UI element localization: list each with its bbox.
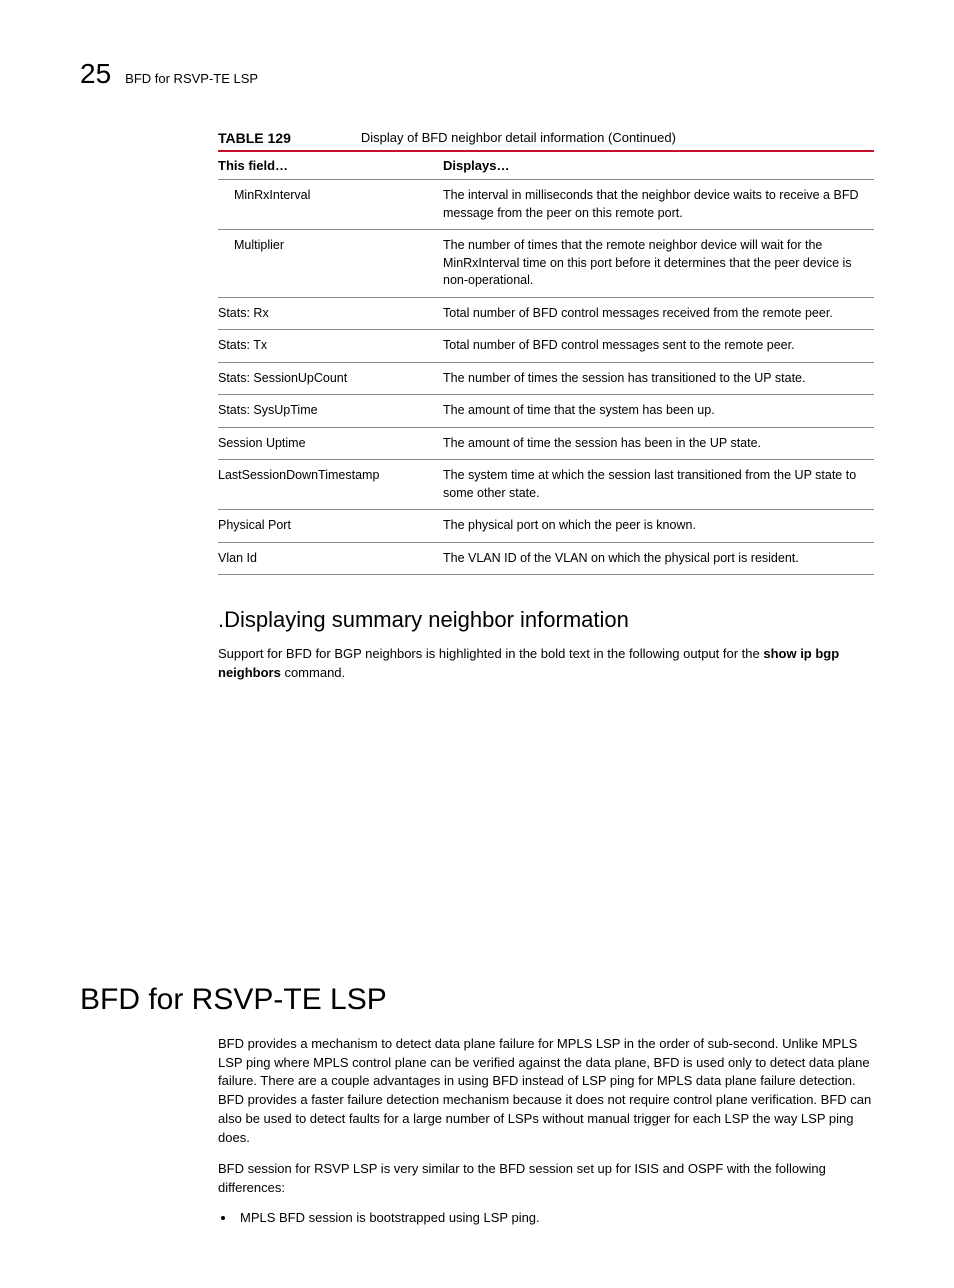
table-body: MinRxIntervalThe interval in millisecond… <box>218 180 874 575</box>
field-cell: Physical Port <box>218 510 443 543</box>
field-cell: Stats: SysUpTime <box>218 395 443 428</box>
subsection-text-pre: Support for BFD for BGP neighbors is hig… <box>218 646 763 661</box>
field-cell: LastSessionDownTimestamp <box>218 460 443 510</box>
table-row: Vlan IdThe VLAN ID of the VLAN on which … <box>218 542 874 575</box>
table-row: Stats: SessionUpCountThe number of times… <box>218 362 874 395</box>
field-cell: Stats: Rx <box>218 297 443 330</box>
table-row: Stats: RxTotal number of BFD control mes… <box>218 297 874 330</box>
table-row: MinRxIntervalThe interval in millisecond… <box>218 180 874 230</box>
table-head-displays: Displays… <box>443 152 874 180</box>
field-cell: Session Uptime <box>218 427 443 460</box>
desc-cell: The interval in milliseconds that the ne… <box>443 180 874 230</box>
main-section: BFD for RSVP-TE LSP BFD provides a mecha… <box>80 983 874 1229</box>
desc-cell: The physical port on which the peer is k… <box>443 510 874 543</box>
table-row: MultiplierThe number of times that the r… <box>218 230 874 298</box>
list-item: MPLS BFD session is bootstrapped using L… <box>236 1209 874 1228</box>
table-caption: TABLE 129 Display of BFD neighbor detail… <box>218 130 874 152</box>
desc-cell: Total number of BFD control messages sen… <box>443 330 874 363</box>
desc-cell: The system time at which the session las… <box>443 460 874 510</box>
running-header: 25 BFD for RSVP-TE LSP <box>80 58 874 90</box>
desc-cell: The VLAN ID of the VLAN on which the phy… <box>443 542 874 575</box>
running-title: BFD for RSVP-TE LSP <box>125 71 258 86</box>
field-cell: Multiplier <box>218 230 443 298</box>
section-p1: BFD provides a mechanism to detect data … <box>218 1035 874 1148</box>
table-label: TABLE 129 <box>218 130 291 146</box>
table-row: Session UptimeThe amount of time the ses… <box>218 427 874 460</box>
subsection-heading: .Displaying summary neighbor information <box>218 607 874 633</box>
table-row: Stats: SysUpTimeThe amount of time that … <box>218 395 874 428</box>
section-p2: BFD session for RSVP LSP is very similar… <box>218 1160 874 1198</box>
desc-cell: Total number of BFD control messages rec… <box>443 297 874 330</box>
table-row: Physical PortThe physical port on which … <box>218 510 874 543</box>
detail-table: This field… Displays… MinRxIntervalThe i… <box>218 152 874 575</box>
subsection-paragraph: Support for BFD for BGP neighbors is hig… <box>218 645 874 683</box>
table-row: LastSessionDownTimestampThe system time … <box>218 460 874 510</box>
desc-cell: The number of times that the remote neig… <box>443 230 874 298</box>
field-cell: MinRxInterval <box>218 180 443 230</box>
page: 25 BFD for RSVP-TE LSP TABLE 129 Display… <box>0 0 954 1288</box>
table-block: TABLE 129 Display of BFD neighbor detail… <box>218 130 874 683</box>
table-head-field: This field… <box>218 152 443 180</box>
field-cell: Vlan Id <box>218 542 443 575</box>
subsection-text-post: command. <box>281 665 345 680</box>
section-heading: BFD for RSVP-TE LSP <box>80 983 874 1017</box>
table-caption-text: Display of BFD neighbor detail informati… <box>361 130 676 146</box>
field-cell: Stats: SessionUpCount <box>218 362 443 395</box>
desc-cell: The amount of time that the system has b… <box>443 395 874 428</box>
table-row: Stats: TxTotal number of BFD control mes… <box>218 330 874 363</box>
desc-cell: The amount of time the session has been … <box>443 427 874 460</box>
bullet-list: MPLS BFD session is bootstrapped using L… <box>218 1209 874 1228</box>
field-cell: Stats: Tx <box>218 330 443 363</box>
section-body: BFD provides a mechanism to detect data … <box>218 1035 874 1229</box>
chapter-number: 25 <box>80 58 111 90</box>
desc-cell: The number of times the session has tran… <box>443 362 874 395</box>
